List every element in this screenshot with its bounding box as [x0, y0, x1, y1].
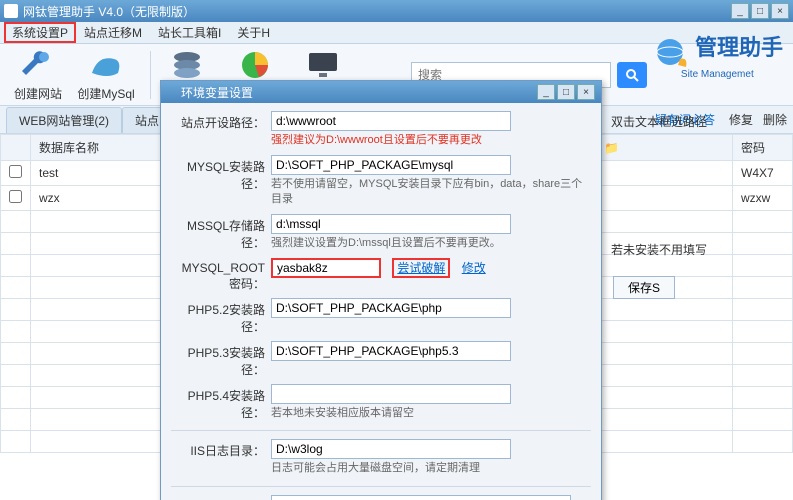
- brand-logo: 管理助手 Site Managemet: [652, 30, 783, 80]
- input-mssql-path[interactable]: [271, 214, 511, 234]
- tab-web-manage[interactable]: WEB网站管理(2): [6, 107, 122, 133]
- dialog-maximize-button[interactable]: □: [557, 84, 575, 100]
- hint-mssql-path: 强烈建议设置为D:\mssql且设置后不要再更改。: [271, 236, 591, 250]
- brand-sub: Site Managemet: [652, 69, 783, 80]
- note-not-installed: 若未安装不用填写: [611, 241, 707, 258]
- input-php54[interactable]: [271, 384, 511, 404]
- app-icon: [4, 4, 18, 18]
- input-site-path[interactable]: [271, 111, 511, 131]
- dialog-minimize-button[interactable]: _: [537, 84, 555, 100]
- th-checkbox: [1, 135, 31, 161]
- label-mysql-path: MYSQL安装路径：: [171, 155, 271, 192]
- label-php53: PHP5.3安装路径：: [171, 341, 271, 378]
- search-button[interactable]: [617, 62, 647, 88]
- input-default-index[interactable]: [271, 495, 571, 500]
- separator: [171, 430, 591, 431]
- search-icon: [625, 68, 639, 82]
- dolphin-icon: [85, 47, 127, 83]
- tool-create-site[interactable]: 创建网站: [8, 47, 68, 102]
- link-delete[interactable]: 删除: [763, 111, 787, 128]
- note-dblclick: 双击文本框选路径: [611, 113, 707, 130]
- label-php54: PHP5.4安装路径：: [171, 384, 271, 421]
- link-repair[interactable]: 修复: [729, 111, 753, 128]
- separator: [150, 51, 151, 99]
- link-modify[interactable]: 修改: [462, 261, 486, 275]
- tool-label: 创建MySql: [76, 85, 136, 102]
- wrench-icon: [17, 47, 59, 83]
- row-checkbox[interactable]: [9, 190, 22, 203]
- label-php52: PHP5.2安装路径：: [171, 298, 271, 335]
- link-try-crack[interactable]: 尝试破解: [392, 258, 450, 278]
- minimize-button[interactable]: _: [731, 3, 749, 19]
- cell-pwd: W4X7: [733, 161, 793, 186]
- tool-label: 创建网站: [8, 85, 68, 102]
- dialog-close-button[interactable]: ×: [577, 84, 595, 100]
- folder-icon[interactable]: 📁: [604, 141, 619, 155]
- input-php53[interactable]: [271, 341, 511, 361]
- monitor-icon: [302, 47, 344, 83]
- dialog-icon: [167, 85, 181, 99]
- db-stack-icon: [166, 47, 208, 83]
- save-button[interactable]: 保存S: [613, 276, 675, 299]
- cell-pwd: wzxw: [733, 186, 793, 211]
- hint-php54: 若本地未安装相应版本请留空: [271, 406, 591, 420]
- dialog-title: 环境变量设置: [181, 84, 253, 101]
- app-title: 网钛管理助手 V4.0（无限制版）: [23, 3, 195, 20]
- tool-create-mysql[interactable]: 创建MySql: [76, 47, 136, 102]
- main-titlebar: 网钛管理助手 V4.0（无限制版） _ □ ×: [0, 0, 793, 22]
- menu-webmaster-tools[interactable]: 站长工具箱I: [150, 22, 229, 43]
- th-pwd: 密码: [733, 135, 793, 161]
- hint-mysql-path: 若不使用请留空，MYSQL安装目录下应有bin，data，share三个目录: [271, 177, 591, 206]
- brand-text: 管理助手: [695, 35, 783, 60]
- input-mysql-path[interactable]: [271, 155, 511, 175]
- hint-site-path: 强烈建议为D:\wwwroot且设置后不要再更改: [271, 133, 591, 147]
- row-checkbox[interactable]: [9, 165, 22, 178]
- dialog-titlebar[interactable]: 环境变量设置 _ □ ×: [161, 81, 601, 103]
- pie-icon: [234, 47, 276, 83]
- input-mysql-root-pwd[interactable]: [271, 258, 381, 278]
- label-mssql-path: MSSQL存储路径：: [171, 214, 271, 251]
- input-php52[interactable]: [271, 298, 511, 318]
- label-site-path: 站点开设路径：: [171, 111, 271, 131]
- label-iis-log: IIS日志目录：: [171, 439, 271, 459]
- input-iis-log[interactable]: [271, 439, 511, 459]
- maximize-button[interactable]: □: [751, 3, 769, 19]
- globe-icon: [652, 35, 692, 69]
- close-button[interactable]: ×: [771, 3, 789, 19]
- menu-system-settings[interactable]: 系统设置P: [4, 22, 76, 43]
- hint-iis-log: 日志可能会占用大量磁盘空间，请定期清理: [271, 461, 591, 475]
- label-default-index: 默认首页：: [171, 495, 271, 500]
- menu-site-migrate[interactable]: 站点迁移M: [76, 22, 150, 43]
- env-settings-dialog: 环境变量设置 _ □ × 站点开设路径： 强烈建议为D:\wwwroot且设置后…: [160, 80, 602, 500]
- menu-about[interactable]: 关于H: [229, 22, 278, 43]
- separator: [171, 486, 591, 487]
- label-mysql-root: MYSQL_ROOT密码：: [171, 258, 271, 292]
